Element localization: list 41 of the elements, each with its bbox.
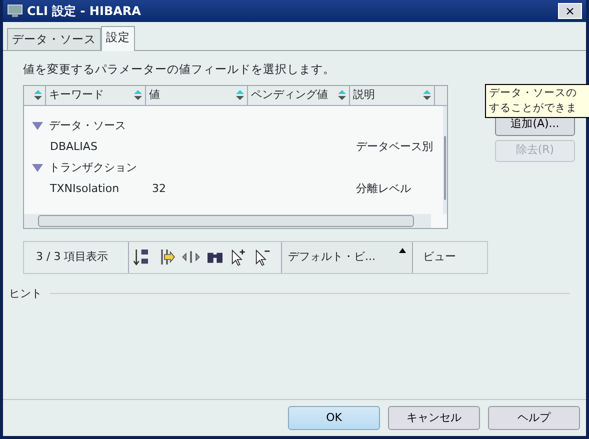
tooltip-text: データ・ソースの: [489, 86, 578, 101]
table-cell-text: 分離レベル: [355, 180, 412, 197]
tooltip-text: することができま: [489, 101, 578, 116]
expanded-triangle-icon[interactable]: [32, 164, 43, 172]
dialog-button[interactable]: ヘルプ: [488, 406, 580, 430]
view-button[interactable]: ビュー: [413, 242, 466, 272]
caret-icon: [399, 248, 406, 252]
sort-icon: [236, 90, 244, 100]
hint-label: ヒント: [9, 286, 42, 302]
column-label: 値: [149, 86, 160, 103]
table-cell-text: DBALIAS: [49, 138, 98, 155]
sort-icon: [34, 90, 42, 100]
table-cell-text: データベース別: [355, 138, 434, 155]
tab[interactable]: データ・ソース: [7, 28, 101, 50]
close-button[interactable]: ×: [558, 3, 582, 19]
sort-icon: [338, 90, 346, 100]
ok-button[interactable]: OK: [288, 406, 380, 430]
expanded-triangle-icon[interactable]: [32, 122, 43, 130]
vertical-scrollbar[interactable]: [443, 106, 447, 214]
group-label: トランザクション: [49, 160, 137, 176]
view-dropdown[interactable]: デフォルト・ビ...: [281, 242, 413, 272]
column-label: 説明: [353, 86, 375, 103]
table-cell-text: TXNIsolation: [49, 180, 120, 197]
column-header[interactable]: 説明: [350, 86, 435, 104]
table-cell-text: 32: [151, 180, 167, 197]
monitor-icon: [7, 4, 23, 18]
column-label: ペンディング値: [251, 86, 328, 103]
column-header[interactable]: キーワード: [46, 86, 146, 104]
dialog-button[interactable]: キャンセル: [388, 406, 480, 430]
horizontal-scrollbar[interactable]: [24, 214, 431, 228]
sort-icon: [423, 90, 431, 100]
column-label: キーワード: [49, 86, 104, 103]
sort-icon: [134, 90, 142, 100]
tab[interactable]: 設定: [101, 26, 135, 52]
column-header[interactable]: 値: [146, 86, 248, 104]
item-count: 3 / 3 項目表示: [24, 242, 129, 272]
group-label: データ・ソース: [49, 118, 126, 134]
window-title: CLI 設定 - HIBARA: [27, 3, 141, 20]
column-header[interactable]: ペンディング値: [248, 86, 350, 104]
dropdown-value: デフォルト・ビ...: [288, 248, 376, 265]
instruction-text: 値を変更するパラメーターの値フィールドを選択します。: [23, 61, 336, 78]
